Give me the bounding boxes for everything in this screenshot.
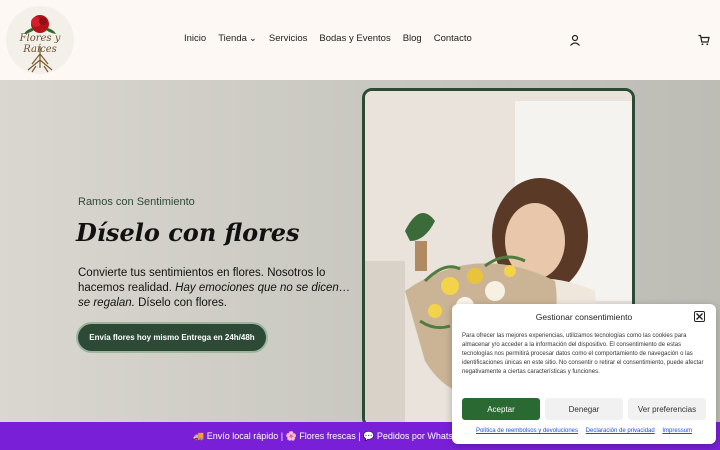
consent-body: Para ofrecer las mejores experiencias, u… (462, 333, 704, 375)
send-flowers-button[interactable]: Envía flores hoy mismo Entrega en 24h/48… (78, 324, 266, 351)
nav-blog[interactable]: Blog (403, 33, 422, 44)
hero-headline: Díselo con flores (76, 218, 300, 247)
preferences-button[interactable]: Ver preferencias (628, 398, 706, 420)
hero-body: Convierte tus sentimientos en flores. No… (78, 266, 358, 311)
user-icon[interactable] (569, 34, 581, 46)
refund-policy-link[interactable]: Política de reembolsos y devoluciones (476, 428, 578, 434)
consent-title: Gestionar consentimiento (535, 312, 633, 322)
nav-servicios[interactable]: Servicios (269, 33, 308, 44)
logo[interactable]: Flores y Raíces (6, 6, 74, 74)
nav-contacto[interactable]: Contacto (434, 33, 472, 44)
logo-text: Flores y Raíces (19, 33, 61, 55)
hero-body-tail: Díselo con flores. (134, 297, 227, 309)
deny-button[interactable]: Denegar (545, 398, 623, 420)
nav-inicio[interactable]: Inicio (184, 33, 206, 44)
cookie-consent-dialog: Gestionar consentimiento Para ofrecer la… (452, 304, 716, 444)
impressum-link[interactable]: Impressum (662, 428, 692, 434)
close-icon[interactable] (694, 311, 705, 322)
privacy-statement-link[interactable]: Declaración de privacidad (586, 428, 655, 434)
accept-button[interactable]: Aceptar (462, 398, 540, 420)
main-nav: Inicio Tienda ⌄ Servicios Bodas y Eventos… (184, 33, 484, 44)
chevron-down-icon: ⌄ (248, 33, 257, 44)
nav-bodas-eventos[interactable]: Bodas y Eventos (319, 33, 390, 44)
site-header: Flores y Raíces Inicio Tienda ⌄ Servicios… (0, 0, 720, 80)
hero-subtitle: Ramos con Sentimiento (78, 196, 195, 208)
nav-tienda[interactable]: Tienda ⌄ (218, 33, 257, 44)
cart-icon[interactable] (698, 34, 710, 46)
nav-tienda-label: Tienda (218, 33, 247, 44)
consent-links: Política de reembolsos y devoluciones De… (452, 428, 716, 434)
close-x-icon (696, 313, 703, 320)
